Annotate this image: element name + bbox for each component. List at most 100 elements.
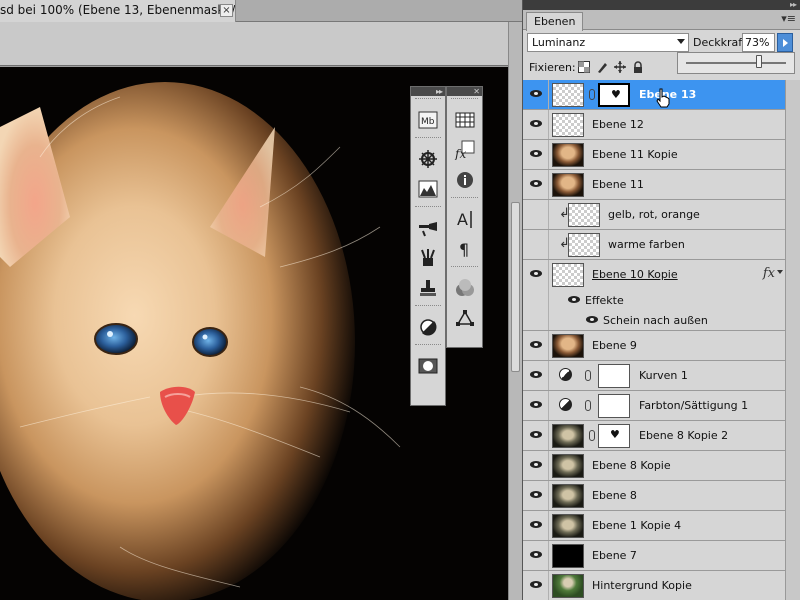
layer-mask-thumbnail[interactable]	[598, 424, 630, 448]
panel-grip[interactable]	[451, 266, 478, 271]
lock-pixels-icon[interactable]	[595, 60, 608, 73]
panel-dock-close[interactable]: ✕	[447, 87, 482, 96]
layer-mask-thumbnail[interactable]	[598, 394, 630, 418]
visibility-eye-icon[interactable]	[529, 490, 544, 500]
masks-icon[interactable]	[411, 351, 445, 381]
scrollbar-thumb[interactable]	[511, 202, 520, 372]
layer-name: Ebene 8 Kopie	[592, 459, 671, 472]
visibility-eye-icon[interactable]	[529, 520, 544, 530]
document-tab-bar: sd bei 100% (Ebene 13, Ebenenmaske/8) * …	[0, 0, 522, 22]
layer-row-ebene-13[interactable]: Ebene 13	[523, 80, 785, 110]
panel-dock-header[interactable]: ▸▸	[411, 87, 445, 96]
navigator-icon[interactable]	[411, 144, 445, 174]
panel-menu-icon[interactable]: ▾≡	[781, 12, 796, 25]
panel-grip[interactable]	[415, 206, 441, 211]
link-chain-icon[interactable]	[589, 430, 595, 441]
link-chain-icon[interactable]	[589, 89, 595, 100]
effect-name: Schein nach außen	[603, 314, 708, 327]
info-icon[interactable]	[448, 165, 482, 195]
paragraph-icon[interactable]: ¶	[448, 234, 482, 264]
layer-row-ebene-10-kopie[interactable]: Ebene 10 Kopie fx	[523, 260, 785, 290]
layer-effects-row[interactable]: Effekte	[523, 290, 785, 310]
character-icon[interactable]: A	[448, 204, 482, 234]
channels-icon[interactable]	[448, 273, 482, 303]
panel-dock-left: ▸▸ Mb	[410, 86, 446, 406]
lock-transparent-icon[interactable]	[577, 60, 590, 73]
layer-thumbnail	[552, 143, 584, 167]
layer-mask-thumbnail[interactable]	[598, 364, 630, 388]
blend-mode-value: Luminanz	[532, 36, 586, 49]
layer-name: Ebene 7	[592, 549, 637, 562]
canvas-vertical-scrollbar[interactable]	[508, 22, 522, 600]
visibility-eye-icon[interactable]	[529, 550, 544, 560]
blend-mode-select[interactable]: Luminanz	[527, 33, 689, 52]
layer-list-scrollbar[interactable]	[785, 80, 800, 600]
document-tab[interactable]: sd bei 100% (Ebene 13, Ebenenmaske/8) * …	[0, 0, 236, 22]
layer-name: Ebene 8	[592, 489, 637, 502]
visibility-eye-icon[interactable]	[529, 460, 544, 470]
visibility-eye-icon[interactable]	[529, 580, 544, 590]
tab-layers[interactable]: Ebenen	[526, 12, 584, 31]
chevron-down-icon	[677, 39, 685, 44]
link-chain-icon[interactable]	[585, 370, 591, 381]
layer-row-ebene-11-kopie[interactable]: Ebene 11 Kopie	[523, 140, 785, 170]
adjustments-icon[interactable]	[411, 312, 445, 342]
layer-row-hintergrund-kopie[interactable]: Hintergrund Kopie	[523, 571, 785, 600]
panel-collapse-bar[interactable]: ▸▸	[523, 0, 800, 10]
layer-row-farbton-saettigung-1[interactable]: Farbton/Sättigung 1	[523, 391, 785, 421]
visibility-eye-icon[interactable]	[529, 149, 544, 159]
opacity-slider-toggle[interactable]	[777, 33, 793, 52]
layer-row-ebene-9[interactable]: Ebene 9	[523, 331, 785, 361]
layer-name: Farbton/Sättigung 1	[639, 399, 749, 412]
histogram-icon[interactable]	[411, 174, 445, 204]
visibility-eye-icon[interactable]	[529, 340, 544, 350]
visibility-eye-icon[interactable]	[529, 370, 544, 380]
tool-presets-icon[interactable]	[411, 273, 445, 303]
visibility-eye-icon[interactable]	[567, 295, 582, 305]
clone-source-icon[interactable]	[411, 243, 445, 273]
layer-row-ebene-1-kopie-4[interactable]: Ebene 1 Kopie 4	[523, 511, 785, 541]
layer-row-ebene-8[interactable]: Ebene 8	[523, 481, 785, 511]
adjustment-layer-icon	[559, 368, 572, 381]
layer-row-warme-farben[interactable]: ↲ warme farben	[523, 230, 785, 260]
effect-row-outer-glow[interactable]: Schein nach außen	[523, 310, 785, 331]
mini-bridge-icon[interactable]: Mb	[411, 105, 445, 135]
panel-grip[interactable]	[415, 344, 441, 349]
panel-grip[interactable]	[451, 98, 478, 103]
layer-effects-fx-icon[interactable]: fx	[763, 266, 775, 281]
chevron-down-icon[interactable]	[777, 270, 783, 274]
layer-name: Kurven 1	[639, 369, 688, 382]
visibility-eye-icon[interactable]	[529, 400, 544, 410]
link-chain-icon[interactable]	[585, 400, 591, 411]
layer-row-gelb-rot-orange[interactable]: ↲ gelb, rot, orange	[523, 200, 785, 230]
lock-position-icon[interactable]	[613, 60, 626, 73]
layer-row-ebene-8-kopie-2[interactable]: Ebene 8 Kopie 2	[523, 421, 785, 451]
panel-grip[interactable]	[415, 305, 441, 310]
brush-presets-icon[interactable]	[411, 213, 445, 243]
layer-thumbnail	[552, 574, 584, 598]
layer-row-ebene-11[interactable]: Ebene 11	[523, 170, 785, 200]
panel-grip[interactable]	[415, 137, 441, 142]
close-document-icon[interactable]: ×	[220, 4, 233, 17]
paths-icon[interactable]	[448, 303, 482, 333]
layer-row-ebene-7[interactable]: Ebene 7	[523, 541, 785, 571]
layer-thumbnail	[552, 454, 584, 478]
left-eye	[94, 323, 138, 355]
styles-icon[interactable]: fx	[448, 135, 482, 165]
layer-name: warme farben	[608, 238, 685, 251]
visibility-eye-icon[interactable]	[529, 179, 544, 189]
panel-grip[interactable]	[451, 197, 478, 202]
opacity-input[interactable]: 73%	[742, 33, 775, 52]
layer-row-ebene-12[interactable]: Ebene 12	[523, 110, 785, 140]
layer-mask-thumbnail[interactable]	[598, 83, 630, 107]
layer-row-kurven-1[interactable]: Kurven 1	[523, 361, 785, 391]
panel-grip[interactable]	[415, 98, 441, 103]
visibility-eye-icon[interactable]	[529, 89, 544, 99]
visibility-eye-icon[interactable]	[529, 119, 544, 129]
swatches-icon[interactable]	[448, 105, 482, 135]
layer-row-ebene-8-kopie[interactable]: Ebene 8 Kopie	[523, 451, 785, 481]
visibility-eye-icon[interactable]	[585, 315, 600, 325]
visibility-eye-icon[interactable]	[529, 269, 544, 279]
visibility-eye-icon[interactable]	[529, 430, 544, 440]
lock-all-icon[interactable]	[631, 60, 644, 73]
